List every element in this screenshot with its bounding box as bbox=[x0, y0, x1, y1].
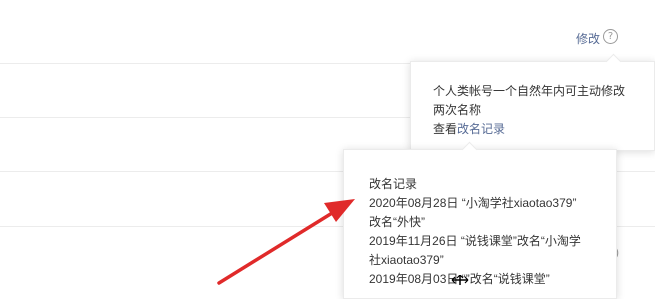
annotation-arrow-icon bbox=[217, 199, 355, 285]
move-cursor-icon bbox=[451, 275, 469, 285]
